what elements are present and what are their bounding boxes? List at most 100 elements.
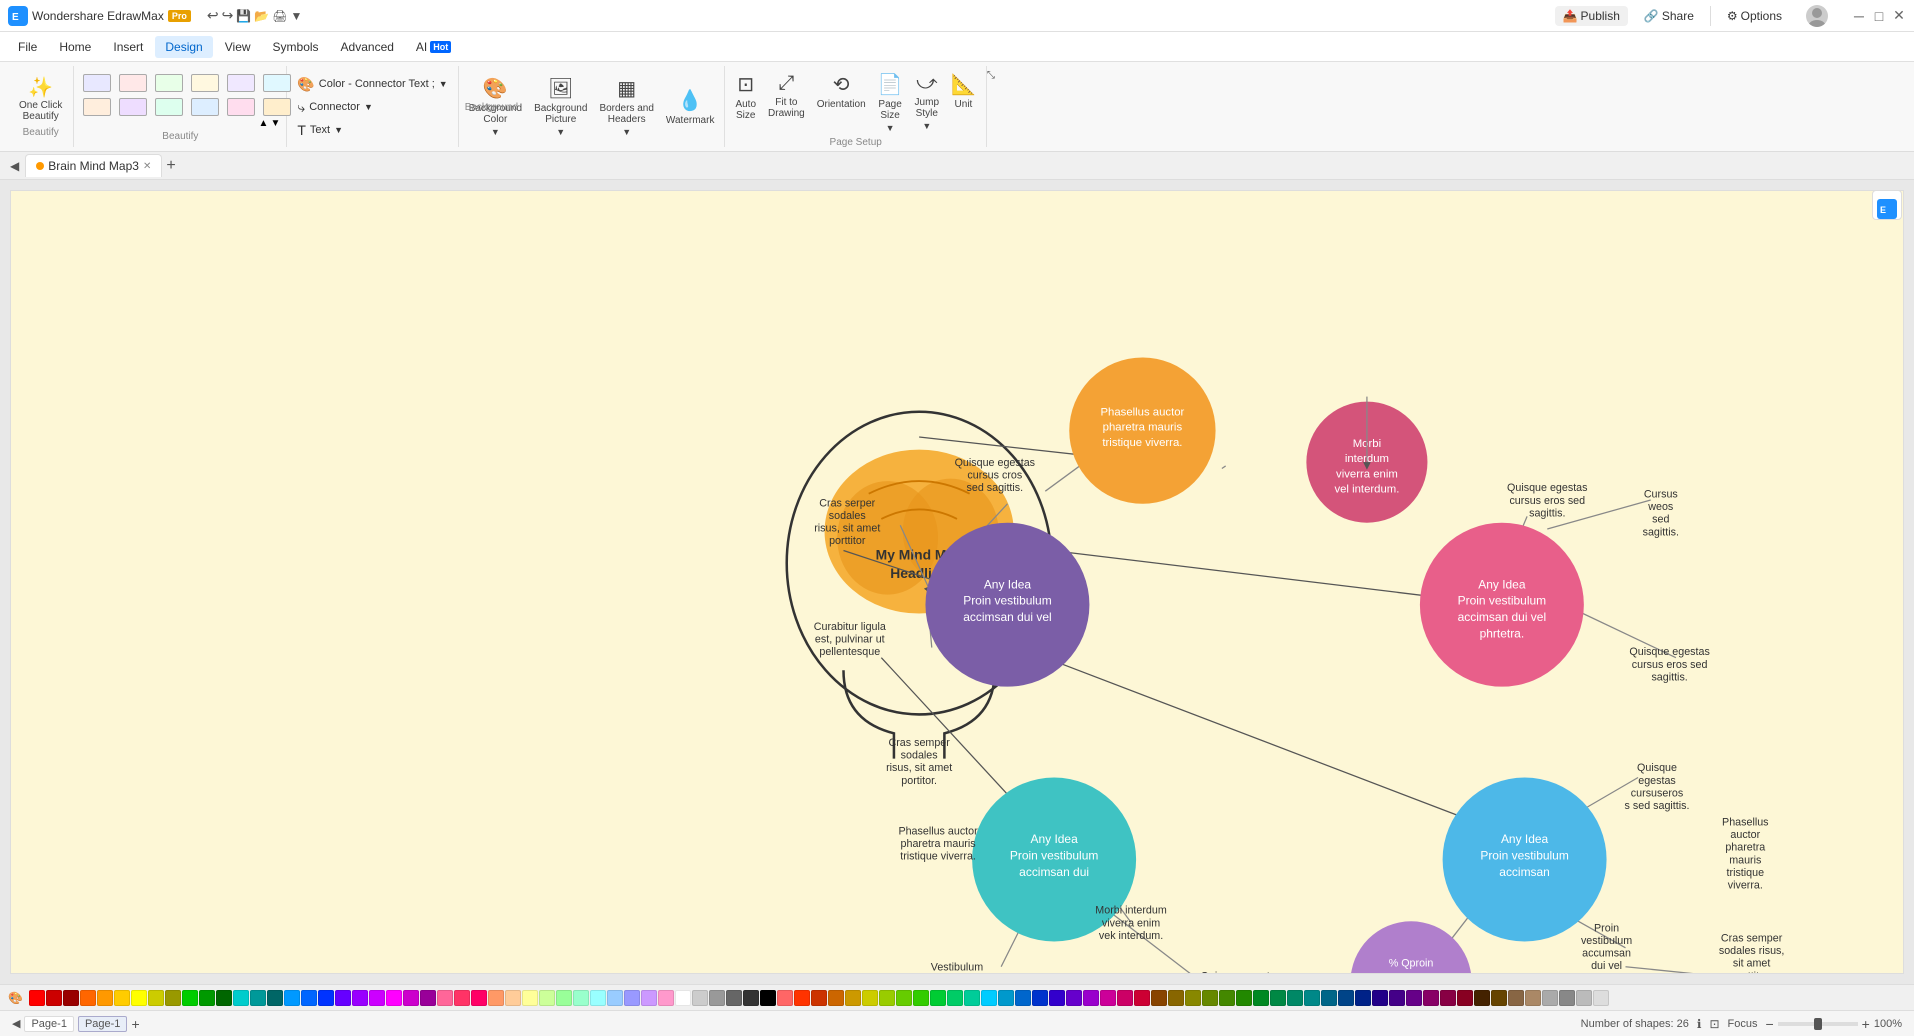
color-swatch-32[interactable]	[573, 990, 589, 1006]
color-swatch-78[interactable]	[1355, 990, 1371, 1006]
color-swatch-33[interactable]	[590, 990, 606, 1006]
color-swatch-51[interactable]	[896, 990, 912, 1006]
color-swatch-47[interactable]	[828, 990, 844, 1006]
menu-view[interactable]: View	[215, 36, 261, 58]
color-swatch-3[interactable]	[80, 990, 96, 1006]
color-swatch-83[interactable]	[1440, 990, 1456, 1006]
color-swatch-26[interactable]	[471, 990, 487, 1006]
jump-style-btn[interactable]: ⤻ JumpStyle ▼	[911, 70, 943, 135]
style-btn-9[interactable]	[152, 96, 186, 118]
color-swatch-12[interactable]	[233, 990, 249, 1006]
color-swatch-8[interactable]	[165, 990, 181, 1006]
color-swatch-82[interactable]	[1423, 990, 1439, 1006]
menu-home[interactable]: Home	[49, 36, 101, 58]
color-swatch-1[interactable]	[46, 990, 62, 1006]
color-swatch-21[interactable]	[386, 990, 402, 1006]
redo-btn[interactable]: ↪	[222, 7, 234, 24]
style-down-btn[interactable]: ▼	[270, 118, 280, 129]
color-swatch-92[interactable]	[1593, 990, 1609, 1006]
color-format-btn[interactable]: 🎨 Color - Connector Text ; ▼	[293, 74, 451, 95]
color-swatch-14[interactable]	[267, 990, 283, 1006]
color-swatch-55[interactable]	[964, 990, 980, 1006]
orientation-btn[interactable]: ⟲ Orientation	[813, 70, 870, 135]
color-swatch-36[interactable]	[641, 990, 657, 1006]
menu-ai[interactable]: AI Hot	[406, 36, 461, 58]
tab-close-btn[interactable]: ✕	[143, 161, 151, 172]
color-swatch-64[interactable]	[1117, 990, 1133, 1006]
color-swatch-86[interactable]	[1491, 990, 1507, 1006]
style-btn-7[interactable]	[80, 96, 114, 118]
options-btn[interactable]: ⚙ Options	[1719, 6, 1790, 26]
color-swatch-9[interactable]	[182, 990, 198, 1006]
zoom-in-btn[interactable]: +	[1862, 1016, 1870, 1032]
color-swatch-39[interactable]	[692, 990, 708, 1006]
color-swatch-63[interactable]	[1100, 990, 1116, 1006]
page-nav-prev[interactable]: ◀	[12, 1017, 20, 1030]
color-swatch-60[interactable]	[1049, 990, 1065, 1006]
color-swatch-74[interactable]	[1287, 990, 1303, 1006]
color-swatch-66[interactable]	[1151, 990, 1167, 1006]
borders-btn[interactable]: ▦ Borders andHeaders ▼	[595, 74, 657, 139]
color-swatch-22[interactable]	[403, 990, 419, 1006]
color-swatch-30[interactable]	[539, 990, 555, 1006]
canvas-area[interactable]: My Mind Map Headline	[0, 180, 1914, 984]
color-swatch-11[interactable]	[216, 990, 232, 1006]
diagram-canvas[interactable]: My Mind Map Headline	[10, 190, 1904, 974]
zoom-slider-area[interactable]	[1778, 1022, 1858, 1026]
close-btn[interactable]: ✕	[1892, 9, 1906, 23]
page-tab-active[interactable]: Page-1	[78, 1016, 127, 1032]
color-swatch-49[interactable]	[862, 990, 878, 1006]
color-swatch-54[interactable]	[947, 990, 963, 1006]
fit-to-drawing-btn[interactable]: ⤢ Fit toDrawing	[764, 70, 809, 135]
color-swatch-56[interactable]	[981, 990, 997, 1006]
color-swatch-79[interactable]	[1372, 990, 1388, 1006]
unit-btn[interactable]: 📐 Unit	[947, 70, 980, 135]
canvas-size-btn[interactable]: ⊡	[1709, 1017, 1719, 1031]
connector-format-btn[interactable]: ⤷ Connector ▼	[293, 97, 451, 118]
color-swatch-0[interactable]	[29, 990, 45, 1006]
style-btn-2[interactable]	[116, 72, 150, 94]
color-swatch-13[interactable]	[250, 990, 266, 1006]
color-swatch-10[interactable]	[199, 990, 215, 1006]
color-swatch-5[interactable]	[114, 990, 130, 1006]
auto-size-btn[interactable]: ⊡ AutoSize	[731, 70, 760, 135]
color-swatch-72[interactable]	[1253, 990, 1269, 1006]
color-swatch-25[interactable]	[454, 990, 470, 1006]
color-swatch-57[interactable]	[998, 990, 1014, 1006]
bg-picture-btn[interactable]: 🖼 BackgroundPicture ▼	[530, 74, 591, 139]
color-swatch-23[interactable]	[420, 990, 436, 1006]
color-swatch-75[interactable]	[1304, 990, 1320, 1006]
menu-design[interactable]: Design	[155, 36, 212, 58]
color-swatch-65[interactable]	[1134, 990, 1150, 1006]
color-swatch-45[interactable]	[794, 990, 810, 1006]
color-swatch-77[interactable]	[1338, 990, 1354, 1006]
color-swatch-73[interactable]	[1270, 990, 1286, 1006]
color-swatch-40[interactable]	[709, 990, 725, 1006]
add-page-btn[interactable]: +	[131, 1016, 139, 1032]
style-btn-3[interactable]	[152, 72, 186, 94]
share-btn[interactable]: 🔗 Share	[1636, 6, 1702, 26]
color-swatch-48[interactable]	[845, 990, 861, 1006]
color-swatch-28[interactable]	[505, 990, 521, 1006]
color-swatch-87[interactable]	[1508, 990, 1524, 1006]
color-swatch-34[interactable]	[607, 990, 623, 1006]
color-swatch-19[interactable]	[352, 990, 368, 1006]
color-swatch-71[interactable]	[1236, 990, 1252, 1006]
page-tab[interactable]: Page-1	[24, 1016, 73, 1032]
style-btn-4[interactable]	[188, 72, 222, 94]
color-swatch-89[interactable]	[1542, 990, 1558, 1006]
color-swatch-90[interactable]	[1559, 990, 1575, 1006]
color-swatch-44[interactable]	[777, 990, 793, 1006]
color-swatch-27[interactable]	[488, 990, 504, 1006]
publish-btn[interactable]: 📤 Publish	[1555, 6, 1628, 26]
user-avatar[interactable]	[1798, 2, 1836, 30]
color-swatch-16[interactable]	[301, 990, 317, 1006]
page-size-btn[interactable]: 📄 PageSize ▼	[874, 70, 907, 135]
color-swatch-42[interactable]	[743, 990, 759, 1006]
style-btn-10[interactable]	[188, 96, 222, 118]
zoom-out-btn[interactable]: −	[1765, 1016, 1773, 1032]
color-swatch-41[interactable]	[726, 990, 742, 1006]
tab-add-btn[interactable]: +	[166, 157, 175, 175]
undo-btn[interactable]: ↩	[207, 7, 219, 24]
color-swatch-2[interactable]	[63, 990, 79, 1006]
